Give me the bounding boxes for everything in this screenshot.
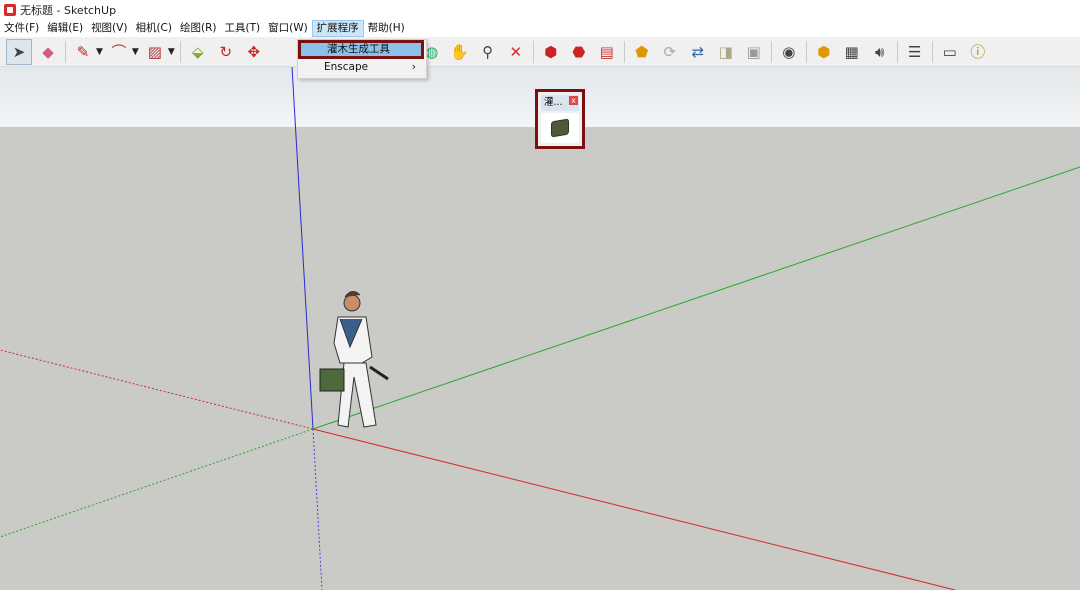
export-icon[interactable]: ⇄	[686, 40, 710, 64]
menu-bar: 文件(F) 编辑(E) 视图(V) 相机(C) 绘图(R) 工具(T) 窗口(W…	[0, 19, 1080, 37]
pushpull-icon[interactable]: ⬙	[186, 40, 210, 64]
window-title: 无标题 - SketchUp	[20, 3, 117, 17]
shrub-tool-panel: 灌... x	[535, 89, 585, 149]
toolbar-divider	[179, 40, 181, 63]
green-axis	[312, 166, 1080, 430]
select-arrow-icon[interactable]: ➤	[6, 38, 32, 65]
camera-icon[interactable]: ◨	[714, 40, 738, 64]
eraser-icon[interactable]: ◆	[36, 40, 60, 64]
extension-icon[interactable]: ⬣	[567, 40, 591, 64]
refresh-icon[interactable]: ⟳	[658, 40, 682, 64]
chevron-down-icon[interactable]: ▼	[132, 47, 139, 57]
shape-icon[interactable]: ▨	[143, 40, 167, 64]
menu-camera[interactable]: 相机(C)	[131, 20, 176, 36]
arc-icon[interactable]: ⌒	[107, 40, 131, 64]
layout-icon[interactable]: ▤	[595, 40, 619, 64]
warehouse-icon[interactable]: ⬢	[539, 40, 563, 64]
menu-tools[interactable]: 工具(T)	[220, 20, 264, 36]
rotate-icon[interactable]: ↻	[214, 40, 238, 64]
menu-item-shrub-generator[interactable]: 灌木生成工具	[298, 40, 424, 59]
menu-help[interactable]: 帮助(H)	[364, 20, 409, 36]
toolbar-divider	[805, 40, 807, 63]
red-axis-hidden	[0, 349, 314, 430]
blue-axis-hidden	[312, 428, 323, 590]
menu-edit[interactable]: 编辑(E)	[43, 20, 87, 36]
blue-axis	[291, 67, 314, 430]
menu-item-enscape[interactable]: Enscape ›	[298, 59, 424, 76]
sound-icon[interactable]: 🔊︎	[868, 40, 892, 64]
zoom-extents-icon[interactable]: ✕	[504, 40, 528, 64]
menu-file[interactable]: 文件(F)	[0, 20, 43, 36]
toolbar-divider	[896, 40, 898, 63]
menu-extensions[interactable]: 扩展程序	[311, 19, 364, 37]
chevron-right-icon: ›	[411, 61, 416, 73]
chat-icon[interactable]: ▭	[938, 40, 962, 64]
close-icon[interactable]: x	[569, 96, 578, 105]
chevron-down-icon[interactable]: ▼	[168, 47, 175, 57]
info-icon[interactable]: ⓘ	[966, 40, 990, 64]
shrub-icon[interactable]	[551, 118, 569, 138]
add-location-icon[interactable]: ⬢	[812, 40, 836, 64]
toolbar-divider	[65, 40, 66, 63]
chevron-down-icon[interactable]: ▼	[96, 47, 103, 57]
settings-icon[interactable]: ☰	[903, 40, 927, 64]
shield-icon[interactable]: ⬟	[630, 40, 654, 64]
pan-icon[interactable]: ✋	[448, 40, 472, 64]
red-axis	[312, 428, 956, 590]
menu-draw[interactable]: 绘图(R)	[176, 20, 221, 36]
panel-body	[541, 113, 579, 143]
move-icon[interactable]: ✥	[242, 40, 266, 64]
menu-window[interactable]: 窗口(W)	[264, 20, 312, 36]
photo-icon[interactable]: ▣	[742, 40, 766, 64]
extensions-dropdown-menu: 灌木生成工具 Enscape ›	[297, 39, 427, 79]
goggles-icon[interactable]: ◉	[777, 40, 801, 64]
toolbar-divider	[931, 40, 933, 63]
sketchup-logo-icon	[4, 3, 16, 16]
main-toolbar: ➤ ◆ ✎ ▼ ⌒ ▼ ▨ ▼ ⬙ ↻ ✥ ◍ ✋ ⚲ ✕ ⬢ ⬣ ▤ ⬟ ⟳ ⇄ ◨…	[0, 37, 1080, 67]
texture-icon[interactable]: ▦	[840, 40, 864, 64]
toolbar-divider	[623, 40, 625, 63]
pencil-icon[interactable]: ✎	[71, 40, 95, 64]
zoom-icon[interactable]: ⚲	[476, 40, 500, 64]
green-axis-hidden	[0, 428, 314, 538]
title-bar: 无标题 - SketchUp	[0, 0, 1080, 19]
toolbar-divider	[532, 40, 534, 63]
menu-view[interactable]: 视图(V)	[87, 20, 131, 36]
toolbar-divider	[770, 40, 772, 63]
